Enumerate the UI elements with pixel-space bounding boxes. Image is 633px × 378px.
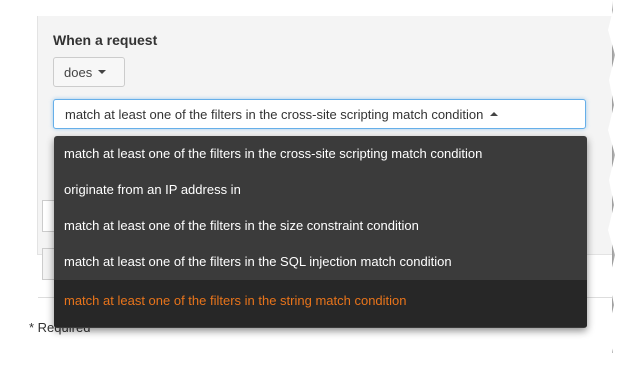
option-size-constraint[interactable]: match at least one of the filters in the… (54, 208, 587, 244)
condition-type-select[interactable]: match at least one of the filters in the… (53, 99, 586, 129)
caret-up-icon (490, 112, 499, 116)
option-ip-address[interactable]: originate from an IP address in (54, 172, 587, 208)
does-dropdown-button[interactable]: does (53, 57, 125, 87)
option-xss-match[interactable]: match at least one of the filters in the… (54, 136, 587, 172)
option-sql-injection[interactable]: match at least one of the filters in the… (54, 244, 587, 280)
does-dropdown-label: does (64, 64, 93, 80)
condition-options-menu: match at least one of the filters in the… (54, 136, 587, 328)
screenshot-frame: When a request does match at least one o… (0, 0, 612, 356)
condition-heading: When a request (53, 32, 158, 48)
caret-down-icon (98, 70, 107, 74)
condition-type-value: match at least one of the filters in the… (65, 106, 484, 122)
option-string-match[interactable]: match at least one of the filters in the… (54, 280, 587, 327)
